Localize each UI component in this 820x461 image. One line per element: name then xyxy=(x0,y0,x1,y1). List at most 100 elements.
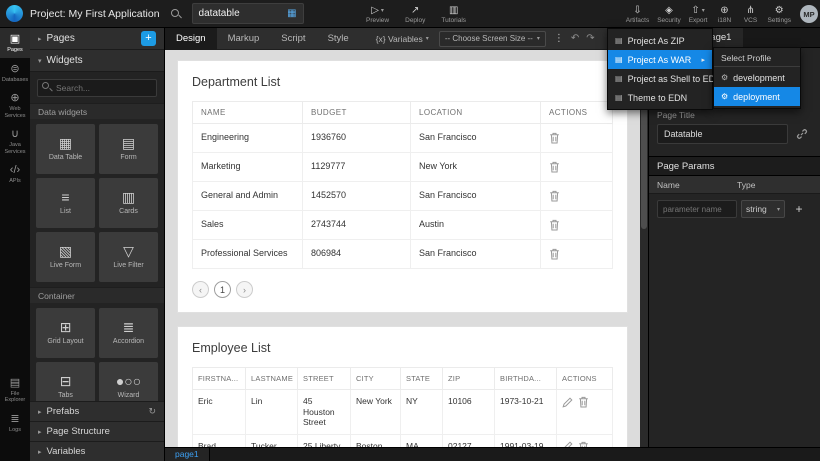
widget-tile-cards[interactable]: ▥Cards xyxy=(99,178,158,228)
topbar-action-export[interactable]: ⇧▾Export xyxy=(685,0,712,28)
more-options-icon[interactable]: ⋮ xyxy=(554,33,564,44)
table-cell: NY xyxy=(401,390,443,435)
actions-cell xyxy=(541,240,613,269)
pagination-prev-button[interactable]: ‹ xyxy=(192,281,209,298)
delete-icon[interactable] xyxy=(549,248,560,260)
table-cell: 10106 xyxy=(443,390,495,435)
toolbar-tab-design[interactable]: Design xyxy=(165,28,217,50)
cards-icon: ▥ xyxy=(122,190,135,205)
bind-link-icon[interactable] xyxy=(792,124,812,144)
table-row: EricLin45 Houston StreetNew YorkNY101061… xyxy=(193,390,613,435)
topbar-action-settings[interactable]: ⚙Settings xyxy=(764,0,796,28)
profile-menu-item-development[interactable]: ⚙development xyxy=(714,68,800,87)
toolbar-tab-markup[interactable]: Markup xyxy=(217,28,271,50)
widget-tile-tabs[interactable]: ⊟Tabs xyxy=(36,362,95,401)
topbar-action-preview[interactable]: ▷▾Preview xyxy=(362,0,393,28)
user-avatar[interactable]: MP xyxy=(800,5,818,23)
redo-icon[interactable]: ↷ xyxy=(586,33,594,44)
profile-submenu: Select Profile ⚙development⚙deployment xyxy=(713,47,801,109)
widget-tile-label: Tabs xyxy=(58,392,73,400)
rail-item-web-services[interactable]: ⊕Web Services xyxy=(0,87,30,123)
edit-icon[interactable] xyxy=(562,397,573,408)
rail-item-apis[interactable]: ‹/› APIs xyxy=(0,159,30,189)
page-selector[interactable]: datatable ▦ xyxy=(192,3,304,24)
toolbar-tab-style[interactable]: Style xyxy=(317,28,360,50)
topbar-action-security[interactable]: ◈Security xyxy=(653,0,684,28)
profile-menu-item-deployment[interactable]: ⚙deployment xyxy=(714,87,800,106)
topbar-action-tutorials[interactable]: ▥Tutorials xyxy=(437,0,470,28)
undo-icon[interactable]: ↶ xyxy=(571,33,579,44)
panel-section-prefabs[interactable]: ▸Prefabs↻ xyxy=(30,401,164,421)
page-title-field: Page Title xyxy=(649,110,820,144)
add-page-button[interactable]: + xyxy=(141,31,156,46)
design-canvas-area: DesignMarkupScriptStyle {x} Variables ▾ … xyxy=(165,28,648,461)
param-name-input[interactable] xyxy=(657,200,737,218)
widget-tile-data-table[interactable]: ▦Data Table xyxy=(36,124,95,174)
column-header: ZIP xyxy=(443,368,495,390)
page-tab[interactable]: page1 xyxy=(165,448,210,461)
delete-icon[interactable] xyxy=(549,132,560,144)
toolbar-tab-script[interactable]: Script xyxy=(270,28,316,50)
column-header: STATE xyxy=(401,368,443,390)
caret-down-icon: ▾ xyxy=(702,7,705,14)
widget-tile-live-form[interactable]: ▧Live Form xyxy=(36,232,95,282)
apis-icon: ‹/› xyxy=(10,164,20,176)
pagination-next-button[interactable]: › xyxy=(236,281,253,298)
deploy-label: Deploy xyxy=(405,17,425,24)
delete-icon[interactable] xyxy=(549,219,560,231)
variables-dropdown[interactable]: {x} Variables ▾ xyxy=(376,34,429,44)
rail-item-java-services[interactable]: ∪Java Services xyxy=(0,123,30,159)
topbar-action-vcs[interactable]: ⋔VCS xyxy=(738,0,764,28)
param-type-select[interactable]: string ▾ xyxy=(741,200,785,218)
table-row: BradTucker25 Liberty PlBostonMA021271991… xyxy=(193,434,613,447)
rail-item-file-explorer[interactable]: ▤File Explorer xyxy=(0,372,30,408)
delete-icon[interactable] xyxy=(549,161,560,173)
delete-icon[interactable] xyxy=(578,396,589,408)
widget-tile-list[interactable]: ≡List xyxy=(36,178,95,228)
screen-size-select[interactable]: -- Choose Screen Size -- ▾ xyxy=(439,31,546,47)
panel-section-page-structure[interactable]: ▸Page Structure xyxy=(30,421,164,441)
panel-section-variables[interactable]: ▸Variables xyxy=(30,441,164,461)
app-logo-icon[interactable] xyxy=(6,5,23,22)
export-menu-item-project-as-zip[interactable]: ▤Project As ZIP xyxy=(608,31,712,50)
employee-list-widget[interactable]: Employee List FIRSTNA...LASTNAMESTREETCI… xyxy=(177,326,628,447)
rail-item-databases[interactable]: ⊜Databases xyxy=(0,58,30,88)
panel-section-label: Page Structure xyxy=(47,426,110,437)
export-menu-item-project-as-shell-to-edn[interactable]: ▤Project as Shell to EDN xyxy=(608,69,712,88)
data-table-icon: ▦ xyxy=(59,136,72,151)
widget-tile-accordion[interactable]: ≣Accordion xyxy=(99,308,158,358)
refresh-icon[interactable]: ↻ xyxy=(148,406,156,417)
export-menu-item-project-as-war[interactable]: ▤Project As WAR▸ xyxy=(608,50,712,69)
widget-tile-form[interactable]: ▤Form xyxy=(99,124,158,174)
widget-search-input[interactable] xyxy=(37,79,157,97)
table-cell: Austin xyxy=(411,211,541,240)
export-menu-item-theme-to-edn[interactable]: ▤Theme to EDN xyxy=(608,88,712,107)
rail-label-java-services: Java Services xyxy=(1,142,29,155)
widget-tile-grid-layout[interactable]: ⊞Grid Layout xyxy=(36,308,95,358)
rail-label-apis: APIs xyxy=(9,178,21,185)
pages-section-header[interactable]: ▸ Pages + xyxy=(30,28,164,50)
table-cell: Lin xyxy=(246,390,298,435)
search-icon[interactable] xyxy=(170,8,182,20)
table-row: Sales2743744Austin xyxy=(193,211,613,240)
rail-item-pages[interactable]: ▣Pages xyxy=(0,28,30,58)
topbar-action-deploy[interactable]: ↗Deploy xyxy=(401,0,429,28)
panel-section-label: Variables xyxy=(47,446,86,457)
department-list-widget[interactable]: Department List NAMEBUDGETLOCATIONACTION… xyxy=(177,60,628,313)
topbar-action-i18n[interactable]: ⊕i18N xyxy=(712,0,738,28)
variables-label: {x} Variables xyxy=(376,34,423,44)
widget-tile-wizard[interactable]: ●○○Wizard xyxy=(99,362,158,401)
pagination-page-button[interactable]: 1 xyxy=(214,281,231,298)
vcs-icon: ⋔ xyxy=(746,5,754,16)
topbar-action-artifacts[interactable]: ⇩Artifacts xyxy=(622,0,653,28)
screen-size-label: -- Choose Screen Size -- xyxy=(445,34,533,43)
widget-tile-live-filter[interactable]: ▽Live Filter xyxy=(99,232,158,282)
page-params-columns: Name Type xyxy=(649,176,820,194)
export-label: Export xyxy=(689,17,708,24)
add-param-button[interactable]: + xyxy=(791,200,807,218)
page-title-input[interactable] xyxy=(657,124,788,144)
widgets-section-header[interactable]: ▾ Widgets xyxy=(30,50,164,72)
toolbar-tabs: DesignMarkupScriptStyle xyxy=(165,28,360,50)
delete-icon[interactable] xyxy=(549,190,560,202)
rail-item-logs[interactable]: ≣Logs xyxy=(0,408,30,438)
